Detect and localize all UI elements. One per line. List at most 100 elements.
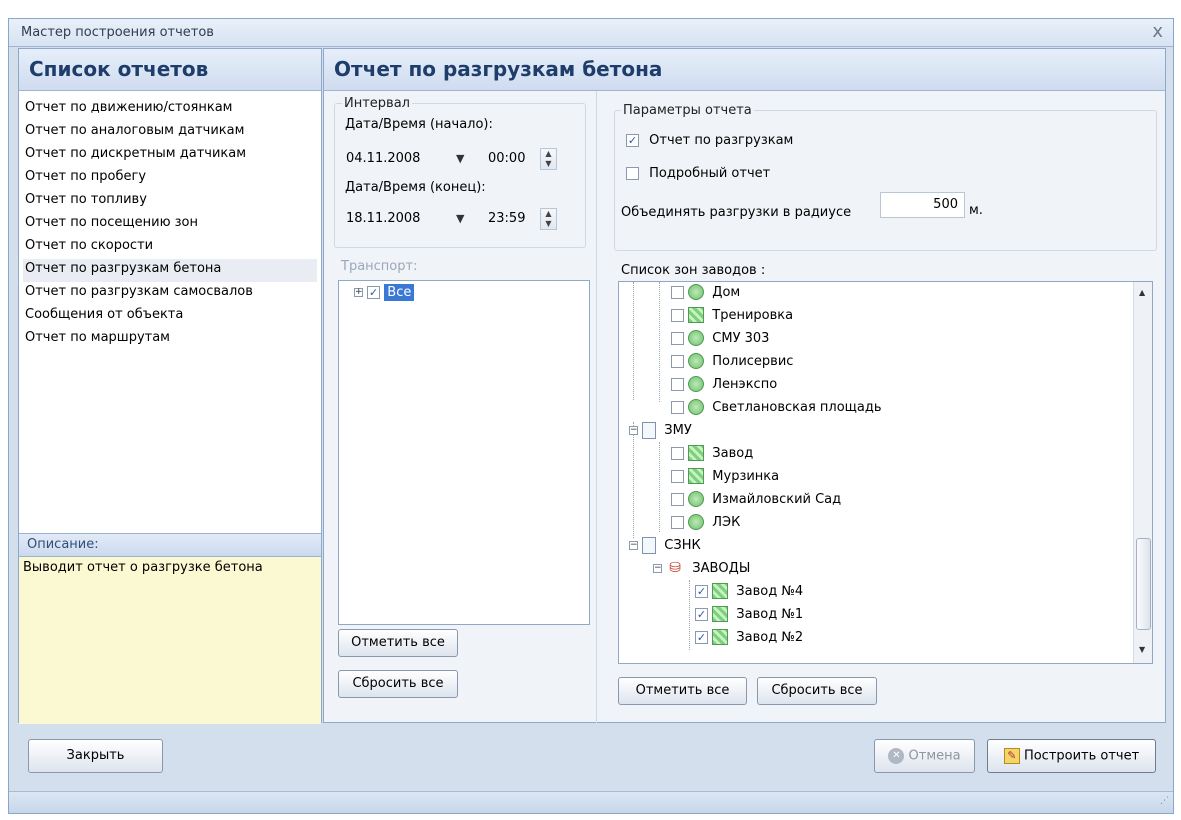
end-time-spinner-icon[interactable]: ▲ ▼	[540, 208, 557, 230]
report-list-item[interactable]: Отчет по топливу	[23, 190, 317, 213]
document-icon	[642, 422, 657, 439]
zone-tree-item[interactable]: СМУ 303	[671, 330, 769, 352]
zone-tree-item[interactable]: Дом	[671, 284, 740, 306]
zone-checkbox[interactable]	[695, 630, 708, 644]
close-button[interactable]: Закрыть	[28, 739, 163, 773]
zone-label: Дом	[712, 284, 741, 300]
zone-label: ЗМУ	[664, 423, 692, 438]
report-list-header: Список отчетов	[19, 49, 321, 91]
zone-tree-item[interactable]: Полисервис	[671, 353, 793, 375]
zone-label: СЗНК	[664, 538, 701, 553]
transport-select-all-button[interactable]: Отметить все	[338, 629, 458, 657]
collapse-icon[interactable]: −	[629, 426, 638, 435]
circle-zone-icon	[688, 399, 705, 415]
start-date-dropdown-icon[interactable]: ▼	[456, 152, 464, 165]
zone-label: ЗАВОДЫ	[692, 560, 751, 576]
zone-checkbox[interactable]	[671, 308, 684, 322]
scroll-down-icon[interactable]: ▼	[1139, 645, 1145, 654]
panel-divider	[596, 91, 597, 723]
zone-tree-item[interactable]: Завод №2	[695, 629, 803, 651]
report-list-item[interactable]: Отчет по дискретным датчикам	[23, 144, 317, 167]
circle-zone-icon	[688, 514, 705, 530]
report-list: Отчет по движению/стоянкам Отчет по анало…	[19, 91, 321, 533]
zone-tree-item[interactable]: Завод	[671, 445, 753, 467]
zone-tree-item[interactable]: Измайловский Сад	[671, 491, 841, 513]
zone-group-node[interactable]: − СЗНК	[629, 537, 701, 559]
zone-tree-item[interactable]: ЛЭК	[671, 514, 740, 536]
scroll-up-icon[interactable]: ▲	[1139, 288, 1145, 297]
zone-checkbox[interactable]	[671, 377, 684, 391]
zone-label: Завод №2	[736, 629, 804, 645]
zone-checkbox[interactable]	[671, 331, 684, 345]
tree-line	[659, 442, 660, 532]
report-list-item[interactable]: Сообщения от объекта	[23, 305, 317, 328]
zone-tree-item[interactable]: Светлановская площадь	[671, 399, 882, 421]
footer: Закрыть ✕ Отмена ✎ Построить отчет	[9, 724, 1173, 789]
close-icon[interactable]: x	[1152, 21, 1163, 42]
report-list-item[interactable]: Отчет по аналоговым датчикам	[23, 121, 317, 144]
interval-group-label: Интервал	[342, 96, 412, 111]
unload-report-label: Отчет по разгрузкам	[649, 133, 794, 148]
report-list-item[interactable]: Отчет по пробегу	[23, 167, 317, 190]
zone-checkbox[interactable]	[671, 285, 684, 299]
end-date-combo[interactable]: 18.11.2008	[346, 206, 446, 232]
zones-scrollbar[interactable]: ▲ ▼	[1133, 282, 1152, 663]
end-time-field[interactable]: 23:59	[488, 206, 534, 232]
zones-reset-all-button[interactable]: Сбросить все	[757, 677, 877, 705]
zone-tree-item[interactable]: Мурзинка	[671, 468, 779, 490]
transport-all-checkbox[interactable]	[367, 286, 381, 299]
resize-grip-icon[interactable]: ⋰	[1160, 796, 1169, 806]
zone-tree-item[interactable]: Завод №4	[695, 583, 803, 605]
transport-reset-all-button[interactable]: Сбросить все	[338, 670, 458, 698]
start-time-field[interactable]: 00:00	[488, 146, 534, 172]
unload-report-option[interactable]: Отчет по разгрузкам	[626, 133, 793, 155]
report-list-item[interactable]: Отчет по разгрузкам бетона	[23, 259, 317, 282]
zone-checkbox[interactable]	[695, 607, 708, 621]
zone-tree-item[interactable]: Тренировка	[671, 307, 793, 329]
zone-tree-item[interactable]: Ленэкспо	[671, 376, 777, 398]
collapse-icon[interactable]: −	[629, 541, 638, 550]
report-list-item[interactable]: Отчет по разгрузкам самосвалов	[23, 282, 317, 305]
scrollbar-thumb[interactable]	[1136, 538, 1151, 630]
start-time-spinner-icon[interactable]: ▲ ▼	[540, 148, 557, 170]
zones-select-all-button[interactable]: Отметить все	[618, 677, 747, 705]
expand-icon[interactable]: +	[354, 288, 363, 297]
start-datetime-label: Дата/Время (начало):	[345, 117, 493, 132]
circle-zone-icon	[688, 376, 705, 392]
zone-label: Мурзинка	[712, 468, 780, 484]
collapse-icon[interactable]: −	[653, 563, 662, 573]
unload-report-checkbox[interactable]	[626, 134, 639, 147]
radius-input[interactable]: 500	[880, 192, 965, 218]
report-list-item[interactable]: Отчет по движению/стоянкам	[23, 98, 317, 121]
radius-unit: м.	[969, 203, 983, 218]
detailed-report-checkbox[interactable]	[626, 167, 639, 180]
build-report-button[interactable]: ✎ Построить отчет	[987, 739, 1156, 773]
zone-label: Измайловский Сад	[712, 491, 842, 507]
cancel-button[interactable]: ✕ Отмена	[874, 739, 975, 773]
build-report-icon: ✎	[1003, 748, 1020, 764]
zone-label: Ленэкспо	[712, 376, 778, 392]
zone-group-node[interactable]: − ЗМУ	[629, 422, 692, 444]
zone-label: СМУ 303	[712, 330, 770, 346]
zone-checkbox[interactable]	[671, 446, 684, 460]
tree-line	[633, 282, 634, 400]
zone-checkbox[interactable]	[695, 584, 708, 598]
zone-label: ЛЭК	[712, 514, 741, 530]
square-zone-icon	[712, 583, 729, 599]
zone-checkbox[interactable]	[671, 492, 684, 506]
report-list-item[interactable]: Отчет по маршрутам	[23, 328, 317, 351]
detailed-report-option[interactable]: Подробный отчет	[626, 166, 770, 188]
zone-tree-item[interactable]: Завод №1	[695, 606, 803, 628]
report-list-item[interactable]: Отчет по скорости	[23, 236, 317, 259]
report-wizard-window: Мастер построения отчетов x Список отчет…	[8, 18, 1174, 814]
window-title: Мастер построения отчетов	[21, 25, 214, 40]
zone-group-node[interactable]: − ⛁ ЗАВОДЫ	[653, 560, 750, 582]
zone-checkbox[interactable]	[671, 515, 684, 529]
zone-checkbox[interactable]	[671, 354, 684, 368]
report-list-item[interactable]: Отчет по посещению зон	[23, 213, 317, 236]
zone-checkbox[interactable]	[671, 469, 684, 483]
transport-tree-root[interactable]: + Все	[354, 284, 415, 307]
end-date-dropdown-icon[interactable]: ▼	[456, 212, 464, 225]
start-date-combo[interactable]: 04.11.2008	[346, 146, 446, 172]
zone-checkbox[interactable]	[671, 400, 684, 414]
